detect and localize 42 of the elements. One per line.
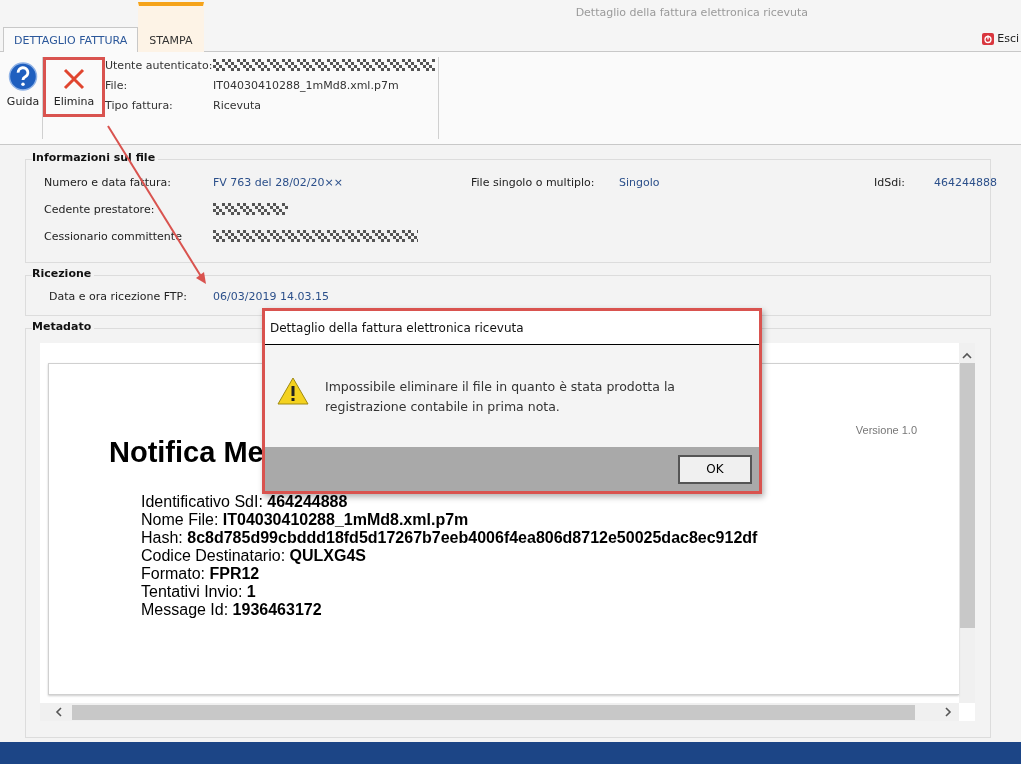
metadata-line: Codice Destinatario: QULXG4S [140, 547, 367, 565]
group-title: Ricezione [32, 267, 95, 280]
field-label: Cedente prestatore: [44, 203, 156, 216]
field-value: 06/03/2019 14.03.15 [213, 290, 330, 303]
field-label: IdSdi: [874, 176, 906, 189]
ribbon-tab[interactable]: DETTAGLIO FATTURA [3, 27, 139, 53]
document-heading: Notifica Me [109, 436, 264, 469]
vertical-scrollbar[interactable] [959, 343, 975, 703]
power-icon [982, 32, 995, 45]
metadata-line: Message Id: 1936463172 [140, 601, 323, 619]
ok-button[interactable]: OK [678, 454, 752, 484]
field-label: File singolo o multiplo: [471, 176, 596, 189]
metadata-line: Hash: 8c8d785d99cbddd18fd5d17267b7eeb4006f4ea806d8712e50025dac8ec912df [140, 529, 759, 547]
field-value: FV 763 del 28/02/20×× [213, 176, 344, 189]
window-title: Dettaglio della fattura elettronica ricevuta [575, 6, 809, 19]
version-label: Versione 1.0 [855, 424, 917, 436]
ribbon-tab[interactable]: STAMPA [138, 2, 204, 53]
warning-icon [277, 377, 309, 405]
metadata-line: Tentativi Invio: 1 [140, 583, 257, 601]
metadata-line: Formato: FPR12 [140, 565, 261, 583]
info-label: Tipo fattura: [105, 99, 174, 112]
chevron-up-icon [962, 351, 972, 361]
chevron-left-icon [54, 707, 64, 717]
delete-button[interactable]: Elimina [43, 57, 105, 117]
field-value: 464244888 [934, 176, 998, 189]
help-button[interactable]: Guida [4, 57, 42, 117]
metadata-line: Identificativo SdI: 464244888 [140, 493, 349, 511]
chevron-right-icon [943, 707, 953, 717]
field-label: Data e ora ricezione FTP: [49, 290, 188, 303]
horizontal-scrollbar[interactable] [40, 703, 959, 721]
help-icon [8, 62, 38, 91]
dialog-message: Impossibile eliminare il file in quanto è stata prodotta la registrazione contabile in prima nota. [325, 378, 676, 416]
close-icon [62, 67, 86, 91]
info-label: File: [105, 79, 129, 92]
field-value: IT04030410288_1mMd8.xml.p7m [213, 79, 400, 92]
info-label: Utente autenticato: [105, 59, 213, 72]
field-value: Ricevuta [213, 99, 263, 112]
exit-button[interactable]: Esci [980, 32, 1021, 45]
dialog-title: Dettaglio della fattura elettronica ricevuta [270, 320, 524, 335]
metadata-line: Nome File: IT04030410288_1mMd8.xml.p7m [140, 511, 470, 529]
field-value: Singolo [619, 176, 661, 189]
group-title: Metadato [32, 320, 95, 333]
